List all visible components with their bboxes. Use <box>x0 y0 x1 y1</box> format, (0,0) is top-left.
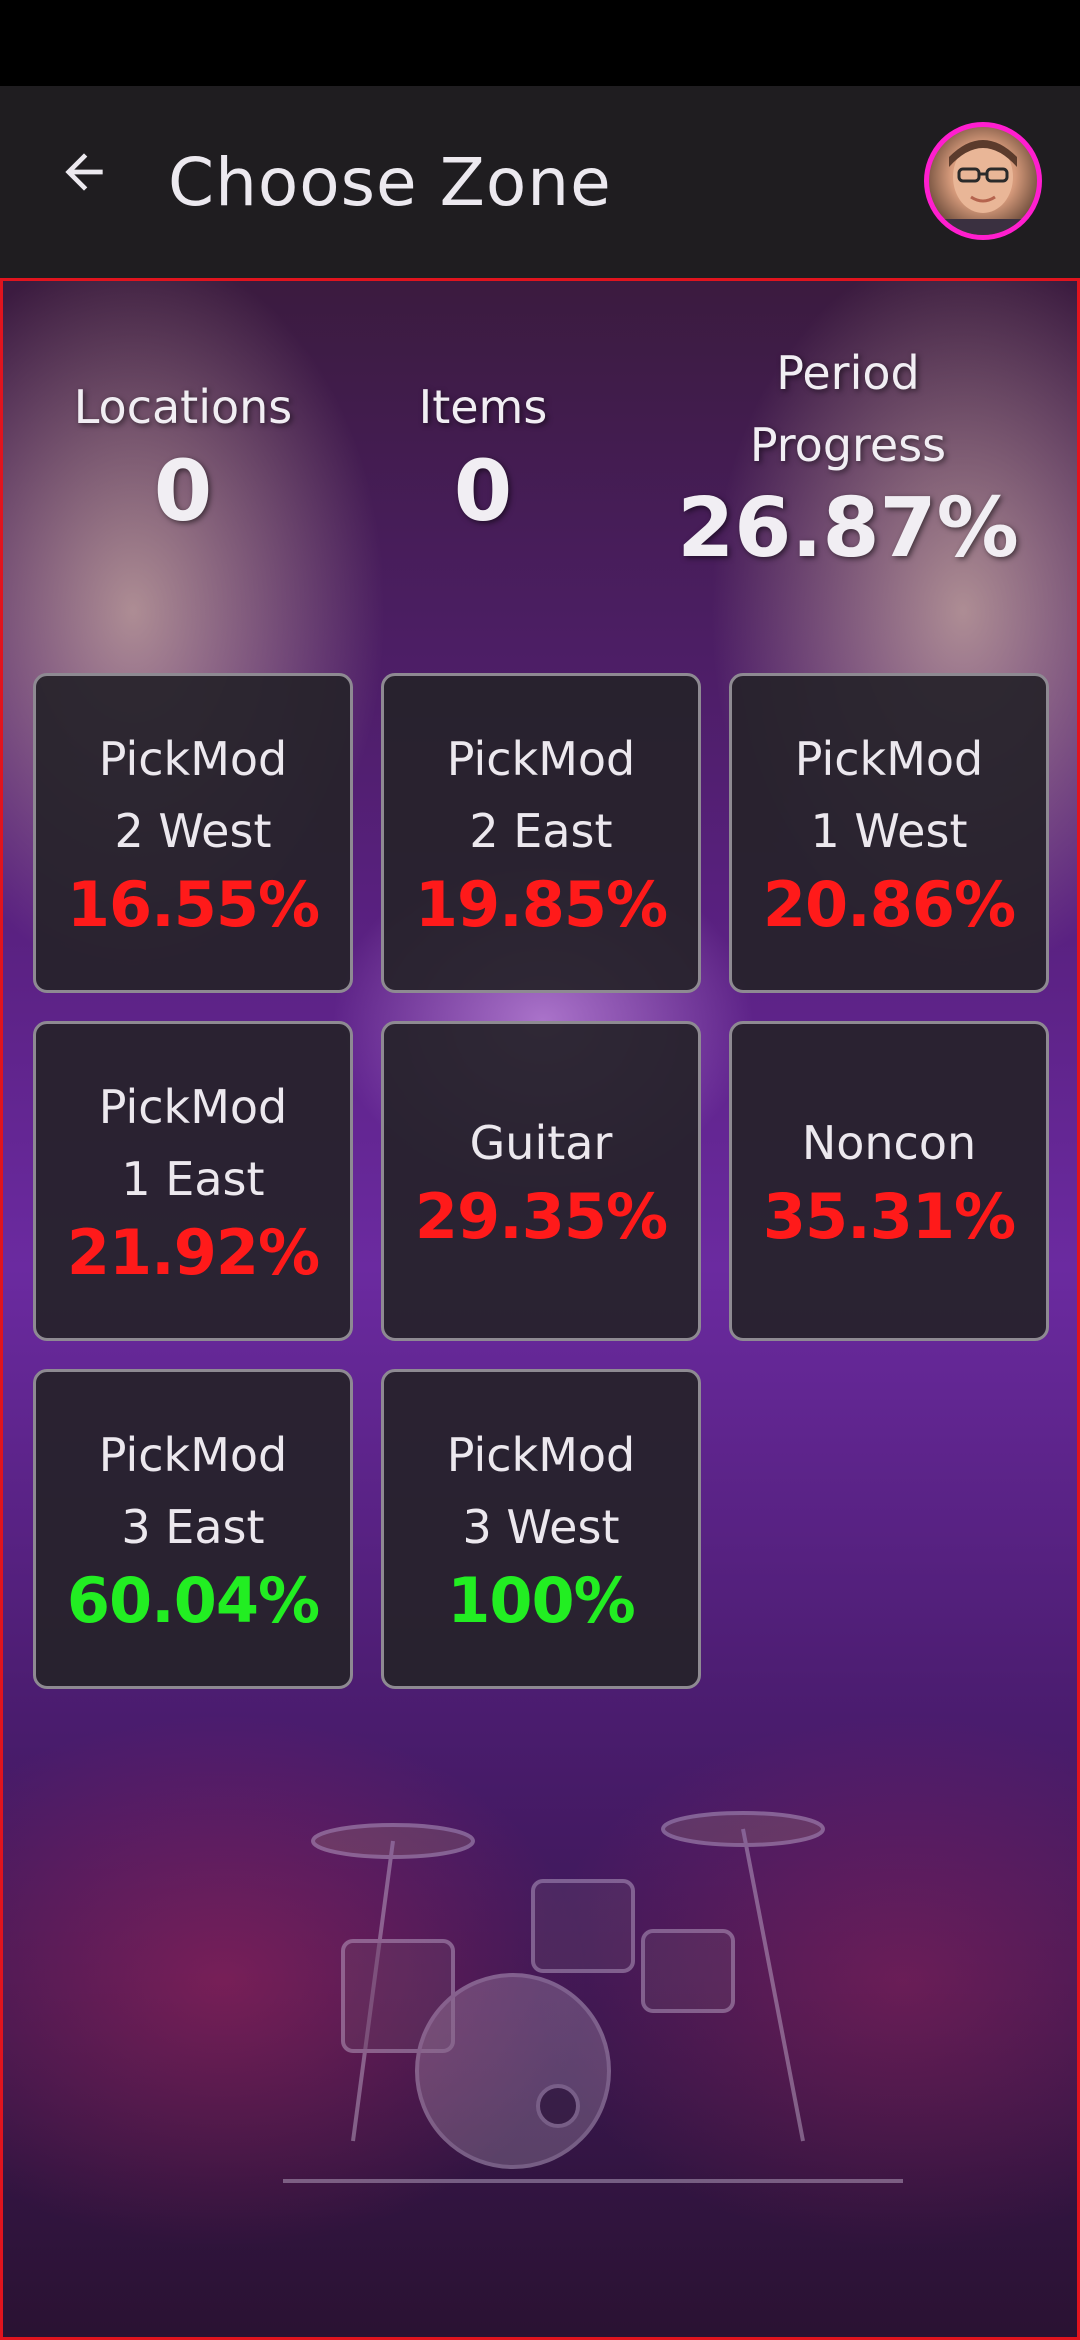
items-stat: Items 0 <box>333 371 633 539</box>
locations-value: 0 <box>153 442 213 540</box>
zone-percent: 19.85% <box>414 868 668 941</box>
zone-percent: 100% <box>447 1564 636 1637</box>
zone-tile-pickmod-3-east[interactable]: PickMod 3 East 60.04% <box>33 1369 353 1689</box>
zone-content: Locations 0 Items 0 Period Progress 26.8… <box>0 278 1080 2340</box>
zone-tile-pickmod-1-east[interactable]: PickMod 1 East 21.92% <box>33 1021 353 1341</box>
back-button[interactable] <box>48 136 120 208</box>
zone-name: Guitar <box>469 1116 613 1170</box>
app-bar: Choose Zone <box>0 86 1080 278</box>
period-progress-stat: Period Progress 26.87% <box>663 337 1033 577</box>
drum-kit-background-image <box>283 1811 903 2183</box>
page-title: Choose Zone <box>168 143 612 221</box>
items-value: 0 <box>453 442 513 540</box>
zone-percent: 35.31% <box>762 1180 1016 1253</box>
locations-stat: Locations 0 <box>33 371 333 539</box>
zone-percent: 21.92% <box>66 1216 320 1289</box>
zone-name: PickMod 3 West <box>446 1428 636 1554</box>
locations-label: Locations <box>73 380 293 434</box>
zone-name: PickMod 2 East <box>446 732 636 858</box>
zone-name: Noncon <box>801 1116 977 1170</box>
period-progress-label: Period Progress <box>749 346 947 472</box>
items-label: Items <box>418 380 548 434</box>
zone-name: PickMod 1 West <box>794 732 984 858</box>
zone-name: PickMod 1 East <box>98 1080 288 1206</box>
zone-percent: 29.35% <box>414 1180 668 1253</box>
zone-tile-guitar[interactable]: Guitar 29.35% <box>381 1021 701 1341</box>
zone-tile-pickmod-2-west[interactable]: PickMod 2 West 16.55% <box>33 673 353 993</box>
zone-percent: 16.55% <box>66 868 320 941</box>
zone-tile-pickmod-2-east[interactable]: PickMod 2 East 19.85% <box>381 673 701 993</box>
status-bar <box>0 0 1080 86</box>
zone-tile-pickmod-3-west[interactable]: PickMod 3 West 100% <box>381 1369 701 1689</box>
arrow-left-icon <box>65 153 103 191</box>
zone-name: PickMod 3 East <box>98 1428 288 1554</box>
zone-tile-pickmod-1-west[interactable]: PickMod 1 West 20.86% <box>729 673 1049 993</box>
zone-percent: 20.86% <box>762 868 1016 941</box>
zone-name: PickMod 2 West <box>98 732 288 858</box>
period-progress-value: 26.87% <box>677 481 1019 576</box>
user-avatar[interactable] <box>924 122 1042 240</box>
zone-tile-noncon[interactable]: Noncon 35.31% <box>729 1021 1049 1341</box>
avatar-portrait <box>929 140 1037 235</box>
zone-percent: 60.04% <box>66 1564 320 1637</box>
